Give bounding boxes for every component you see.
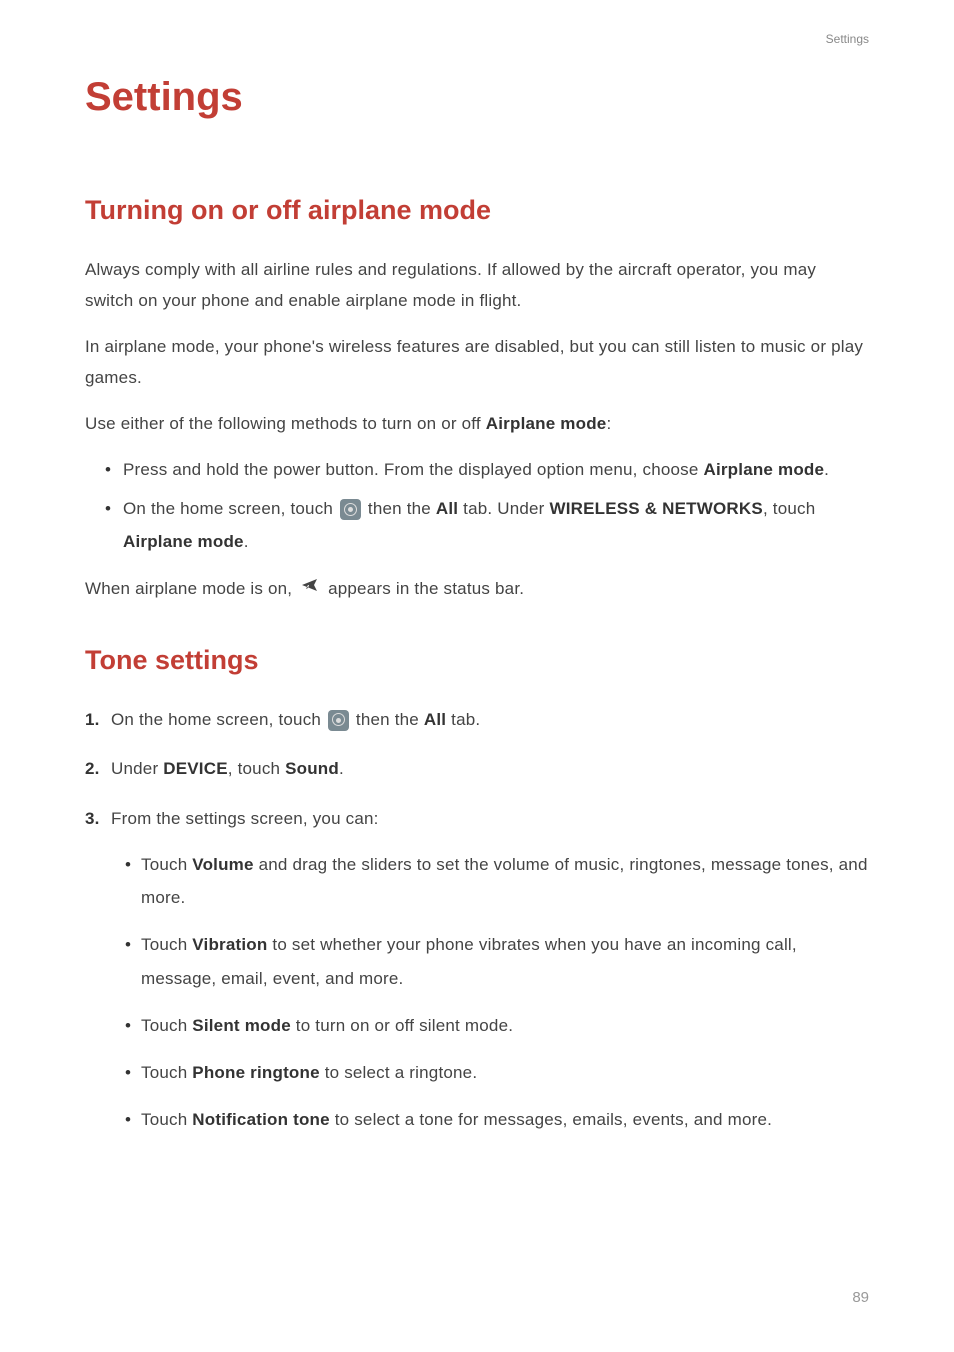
page-number: 89 — [852, 1289, 869, 1306]
text: On the home screen, touch — [123, 499, 338, 518]
text: Use either of the following methods to t… — [85, 414, 486, 433]
bold-text: Sound — [285, 759, 339, 778]
number-list: 1. On the home screen, touch then the Al… — [85, 704, 869, 1136]
text: then the — [351, 710, 424, 729]
list-item: 3. From the settings screen, you can: To… — [85, 803, 869, 1136]
text: On the home screen, touch — [111, 710, 326, 729]
settings-icon — [340, 499, 361, 520]
bold-text: All — [436, 499, 458, 518]
text: , touch — [228, 759, 285, 778]
bold-text: Airplane mode — [123, 532, 244, 551]
section-tone-settings: Tone settings 1. On the home screen, tou… — [85, 645, 869, 1136]
step-number: 3. — [85, 803, 100, 834]
bold-text: Volume — [192, 855, 253, 874]
paragraph: When airplane mode is on, appears in the… — [85, 573, 869, 605]
text: Touch — [141, 855, 192, 874]
bullet-list: Press and hold the power button. From th… — [85, 453, 869, 558]
bold-text: Phone ringtone — [192, 1063, 319, 1082]
section-airplane-mode: Turning on or off airplane mode Always c… — [85, 195, 869, 605]
header-label: Settings — [826, 32, 869, 46]
text: Touch — [141, 935, 192, 954]
paragraph: Always comply with all airline rules and… — [85, 254, 869, 317]
bold-text: DEVICE — [163, 759, 228, 778]
text: , touch — [763, 499, 815, 518]
section-heading-tone: Tone settings — [85, 645, 869, 676]
airplane-icon — [300, 573, 320, 604]
step-number: 1. — [85, 704, 100, 735]
bold-text: Notification tone — [192, 1110, 330, 1129]
paragraph: Use either of the following methods to t… — [85, 408, 869, 439]
text: . — [824, 460, 829, 479]
list-item: Touch Notification tone to select a tone… — [125, 1103, 869, 1136]
bold-text: Airplane mode — [486, 414, 607, 433]
bold-text: Vibration — [192, 935, 267, 954]
list-item: 1. On the home screen, touch then the Al… — [85, 704, 869, 735]
text: appears in the status bar. — [323, 579, 524, 598]
text: From the settings screen, you can: — [111, 809, 379, 828]
settings-icon — [328, 710, 349, 731]
bold-text: Airplane mode — [703, 460, 824, 479]
text: : — [606, 414, 611, 433]
step-number: 2. — [85, 753, 100, 784]
paragraph: In airplane mode, your phone's wireless … — [85, 331, 869, 394]
text: to select a tone for messages, emails, e… — [330, 1110, 772, 1129]
text: Touch — [141, 1016, 192, 1035]
text: tab. Under — [458, 499, 549, 518]
section-heading-airplane: Turning on or off airplane mode — [85, 195, 869, 226]
list-item: On the home screen, touch then the All t… — [105, 492, 869, 558]
text: to select a ringtone. — [320, 1063, 478, 1082]
text: Press and hold the power button. From th… — [123, 460, 703, 479]
list-item: Touch Vibration to set whether your phon… — [125, 928, 869, 994]
text: then the — [363, 499, 436, 518]
text: When airplane mode is on, — [85, 579, 297, 598]
list-item: Touch Volume and drag the sliders to set… — [125, 848, 869, 914]
text: tab. — [446, 710, 480, 729]
sub-bullet-list: Touch Volume and drag the sliders to set… — [111, 848, 869, 1136]
page-title: Settings — [85, 75, 869, 120]
bold-text: All — [424, 710, 446, 729]
list-item: Press and hold the power button. From th… — [105, 453, 869, 486]
text: . — [244, 532, 249, 551]
text: . — [339, 759, 344, 778]
bold-text: WIRELESS & NETWORKS — [549, 499, 762, 518]
list-item: Touch Phone ringtone to select a rington… — [125, 1056, 869, 1089]
list-item: 2. Under DEVICE, touch Sound. — [85, 753, 869, 784]
bold-text: Silent mode — [192, 1016, 291, 1035]
list-item: Touch Silent mode to turn on or off sile… — [125, 1009, 869, 1042]
text: to turn on or off silent mode. — [291, 1016, 513, 1035]
text: Touch — [141, 1063, 192, 1082]
text: Touch — [141, 1110, 192, 1129]
text: Under — [111, 759, 163, 778]
